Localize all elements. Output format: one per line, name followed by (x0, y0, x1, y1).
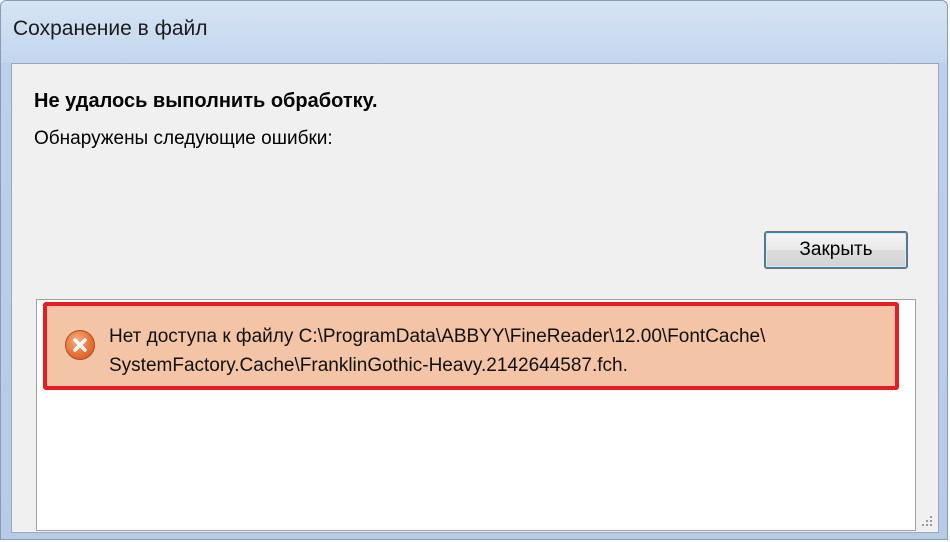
error-list-item[interactable]: Нет доступа к файлу C:\ProgramData\ABBYY… (43, 302, 899, 390)
error-message-line-1: Нет доступа к файлу C:\ProgramData\ABBYY… (109, 326, 766, 347)
dialog-window: Сохранение в файл Не удалось выполнить о… (0, 0, 948, 540)
error-subheading: Обнаружены следующие ошибки: (34, 128, 333, 149)
error-message: Нет доступа к файлу C:\ProgramData\ABBYY… (109, 322, 889, 380)
title-bar[interactable]: Сохранение в файл (1, 1, 947, 63)
error-heading: Не удалось выполнить обработку. (34, 90, 378, 112)
error-message-line-2: SystemFactory.Cache\FranklinGothic-Heavy… (109, 355, 628, 376)
close-button[interactable]: Закрыть (764, 231, 908, 269)
error-list[interactable]: Нет доступа к файлу C:\ProgramData\ABBYY… (36, 299, 916, 531)
window-title: Сохранение в файл (13, 17, 208, 40)
resize-grip-icon[interactable] (920, 514, 934, 528)
dialog-body: Не удалось выполнить обработку. Обнаруже… (11, 63, 939, 533)
error-icon (65, 330, 95, 360)
